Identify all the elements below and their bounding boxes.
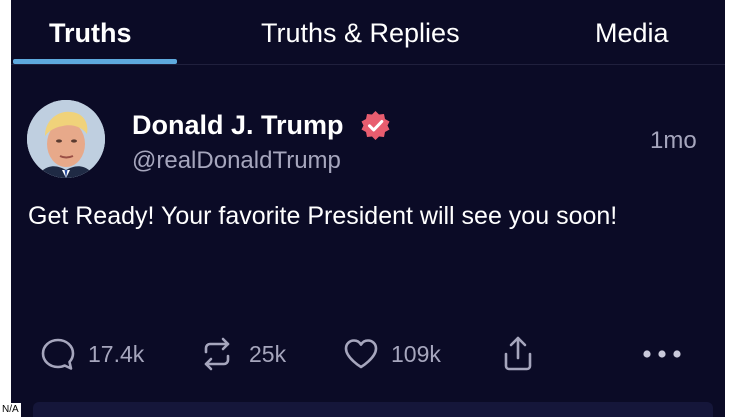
- more-options-button[interactable]: [639, 335, 685, 373]
- profile-screen: Truths Truths & Replies Media Donald J. …: [11, 0, 725, 417]
- tab-truths-and-replies[interactable]: Truths & Replies: [261, 16, 460, 50]
- post-timestamp: 1mo: [650, 127, 697, 154]
- reply-button[interactable]: 17.4k: [39, 335, 159, 373]
- overlay-label: N/A: [0, 403, 21, 417]
- more-icon: [643, 350, 681, 358]
- like-button[interactable]: 109k: [342, 335, 462, 373]
- reply-count: 17.4k: [88, 341, 145, 367]
- avatar[interactable]: [27, 100, 105, 178]
- retruth-button[interactable]: 25k: [198, 335, 308, 373]
- heart-icon: [344, 339, 378, 369]
- retruth-count: 25k: [249, 341, 287, 367]
- next-post-preview: [33, 402, 713, 417]
- tab-media[interactable]: Media: [595, 16, 669, 50]
- app-frame: Truths Truths & Replies Media Donald J. …: [0, 0, 730, 417]
- profile-tabs: Truths Truths & Replies Media: [11, 0, 725, 65]
- retruth-icon: [204, 337, 230, 371]
- share-icon: [504, 336, 532, 371]
- avatar-portrait-icon: [27, 100, 105, 178]
- verified-icon: [361, 111, 390, 140]
- author-handle[interactable]: @realDonaldTrump: [132, 146, 341, 176]
- author-name[interactable]: Donald J. Trump: [132, 108, 344, 142]
- share-button[interactable]: [501, 335, 535, 373]
- reply-icon: [41, 338, 75, 370]
- like-count: 109k: [391, 341, 441, 367]
- tab-truths[interactable]: Truths: [49, 16, 132, 50]
- active-tab-indicator: [13, 59, 177, 64]
- post-text: Get Ready! Your favorite President will …: [28, 202, 618, 230]
